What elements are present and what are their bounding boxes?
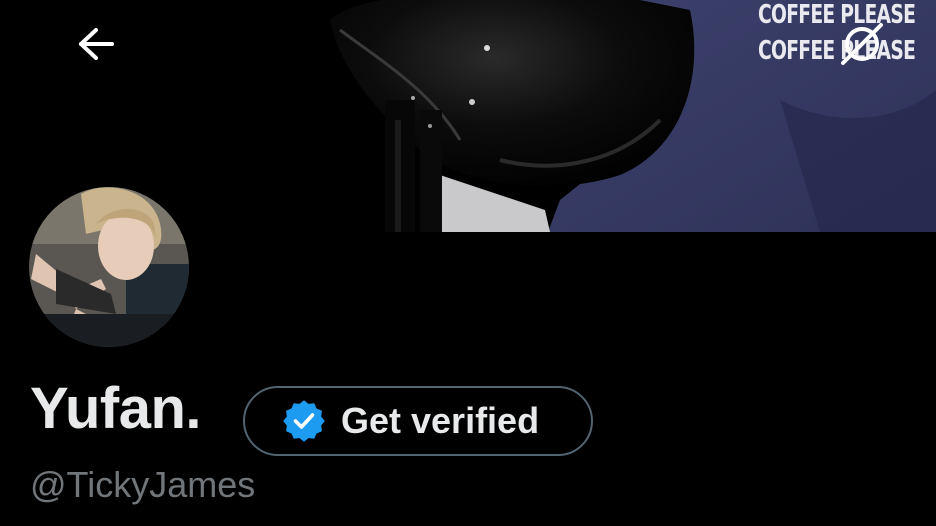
avatar-image [26,184,192,350]
get-verified-label: Get verified [341,400,540,441]
user-handle: @TickyJames [30,464,256,505]
arrow-left-icon [76,27,116,61]
spaces-icon [837,19,887,69]
verified-badge-icon [283,400,325,442]
avatar[interactable] [26,184,192,350]
spaces-button[interactable] [830,14,894,74]
display-name: Yufan. [30,376,202,441]
back-button[interactable] [64,20,128,68]
get-verified-button[interactable]: Get verified [243,386,593,456]
